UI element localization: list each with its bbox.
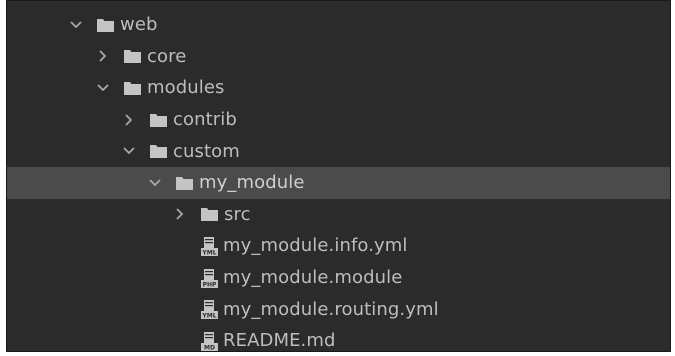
php-file-icon: PHP xyxy=(201,268,218,288)
folder-icon xyxy=(97,18,114,32)
tree-item-contrib[interactable]: contrib xyxy=(7,104,670,136)
svg-text:YML: YML xyxy=(201,313,216,320)
tree-item-my-module[interactable]: my_module xyxy=(7,166,670,199)
tree-item-label: core xyxy=(147,45,187,67)
folder-icon xyxy=(176,176,193,190)
tree-item-label: src xyxy=(224,203,251,225)
tree-item-core[interactable]: core xyxy=(7,41,670,73)
chevron-right-icon[interactable] xyxy=(173,207,187,221)
tree-item-label: my_module.info.yml xyxy=(223,235,408,257)
chevron-right-icon[interactable] xyxy=(96,49,110,63)
file-tree: web core modules contrib custom my_modul… xyxy=(7,9,670,352)
tree-item-src[interactable]: src xyxy=(7,199,670,231)
folder-icon xyxy=(124,81,141,95)
tree-item-label: my_module xyxy=(199,172,305,194)
tree-item-my-module-module[interactable]: PHP my_module.module xyxy=(7,262,670,294)
md-file-icon: MD xyxy=(201,331,218,351)
svg-text:MD: MD xyxy=(204,344,215,351)
svg-text:PHP: PHP xyxy=(203,281,217,288)
folder-icon xyxy=(150,144,167,159)
folder-icon xyxy=(150,113,167,127)
tree-item-my-module-info-yml[interactable]: YML my_module.info.yml xyxy=(7,230,670,262)
tree-item-readme-md[interactable]: MD README.md xyxy=(7,325,670,352)
tree-item-web[interactable]: web xyxy=(7,9,670,41)
folder-icon xyxy=(124,49,141,64)
chevron-right-icon[interactable] xyxy=(122,113,136,127)
chevron-down-icon[interactable] xyxy=(148,176,162,190)
project-tree-panel: web core modules contrib custom my_modul… xyxy=(6,0,671,352)
chevron-down-icon[interactable] xyxy=(69,18,83,32)
chevron-down-icon[interactable] xyxy=(96,81,110,95)
svg-text:YML: YML xyxy=(201,249,216,256)
tree-item-label: web xyxy=(120,14,158,36)
tree-item-label: my_module.module xyxy=(223,267,403,289)
tree-item-label: my_module.routing.yml xyxy=(223,298,439,320)
tree-item-custom[interactable]: custom xyxy=(7,135,670,167)
chevron-down-icon[interactable] xyxy=(122,144,136,158)
tree-item-modules[interactable]: modules xyxy=(7,72,670,104)
tree-item-label: contrib xyxy=(173,109,237,131)
tree-item-my-module-routing-yml[interactable]: YML my_module.routing.yml xyxy=(7,293,670,325)
folder-icon xyxy=(201,207,218,222)
tree-item-label: custom xyxy=(173,140,240,162)
yml-file-icon: YML xyxy=(201,236,218,256)
yml-file-icon: YML xyxy=(201,299,218,320)
tree-item-label: modules xyxy=(147,77,225,99)
tree-item-label: README.md xyxy=(223,330,336,352)
